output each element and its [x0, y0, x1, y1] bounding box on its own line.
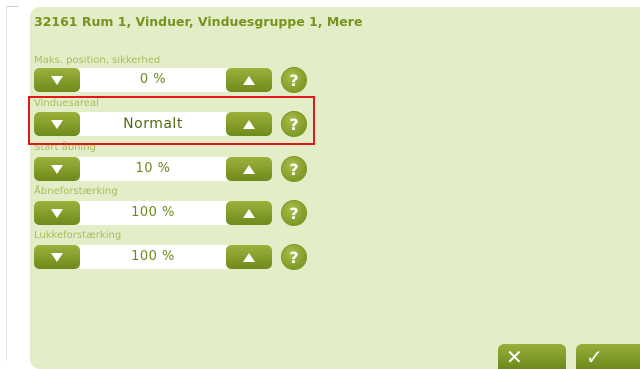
- question-icon: ?: [289, 203, 299, 223]
- cancel-button[interactable]: ✕: [498, 344, 566, 369]
- stepper-value: 0 %: [139, 72, 167, 87]
- ok-button[interactable]: ✓: [576, 344, 640, 369]
- stepper-start-opening: 10 %: [34, 157, 272, 181]
- close-icon: ✕: [506, 344, 523, 369]
- page-title: 32161 Rum 1, Vinduer, Vinduesgruppe 1, M…: [34, 14, 363, 29]
- stepper-value: 100 %: [131, 205, 175, 220]
- stepper-value: 10 %: [135, 161, 171, 176]
- checkmark-icon: ✓: [586, 344, 603, 369]
- question-icon: ?: [289, 70, 299, 90]
- triangle-down-icon: [51, 208, 63, 218]
- stepper-max-position: 0 %: [34, 68, 272, 92]
- help-button[interactable]: ?: [281, 244, 307, 270]
- left-border: [6, 6, 7, 361]
- stepper-value: 100 %: [131, 249, 175, 264]
- triangle-up-icon: [243, 252, 255, 262]
- increment-button[interactable]: [226, 245, 272, 269]
- help-button[interactable]: ?: [281, 67, 307, 93]
- decrement-button[interactable]: [34, 201, 80, 225]
- help-button[interactable]: ?: [281, 200, 307, 226]
- setting-label-open-gain: Åbneforstærking: [34, 186, 118, 197]
- corner-mark: [6, 6, 18, 7]
- decrement-button[interactable]: [34, 245, 80, 269]
- increment-button[interactable]: [226, 201, 272, 225]
- selection-highlight: [28, 96, 315, 145]
- setting-label-max-position: Maks. position, sikkerhed: [34, 55, 161, 66]
- stepper-close-gain: 100 %: [34, 245, 272, 269]
- increment-button[interactable]: [226, 157, 272, 181]
- increment-button[interactable]: [226, 68, 272, 92]
- triangle-down-icon: [51, 75, 63, 85]
- triangle-down-icon: [51, 164, 63, 174]
- decrement-button[interactable]: [34, 157, 80, 181]
- question-icon: ?: [289, 247, 299, 267]
- triangle-up-icon: [243, 208, 255, 218]
- decrement-button[interactable]: [34, 68, 80, 92]
- question-icon: ?: [289, 159, 299, 179]
- setting-label-close-gain: Lukkeforstærking: [34, 230, 122, 241]
- stepper-open-gain: 100 %: [34, 201, 272, 225]
- triangle-up-icon: [243, 164, 255, 174]
- triangle-up-icon: [243, 75, 255, 85]
- help-button[interactable]: ?: [281, 156, 307, 182]
- triangle-down-icon: [51, 252, 63, 262]
